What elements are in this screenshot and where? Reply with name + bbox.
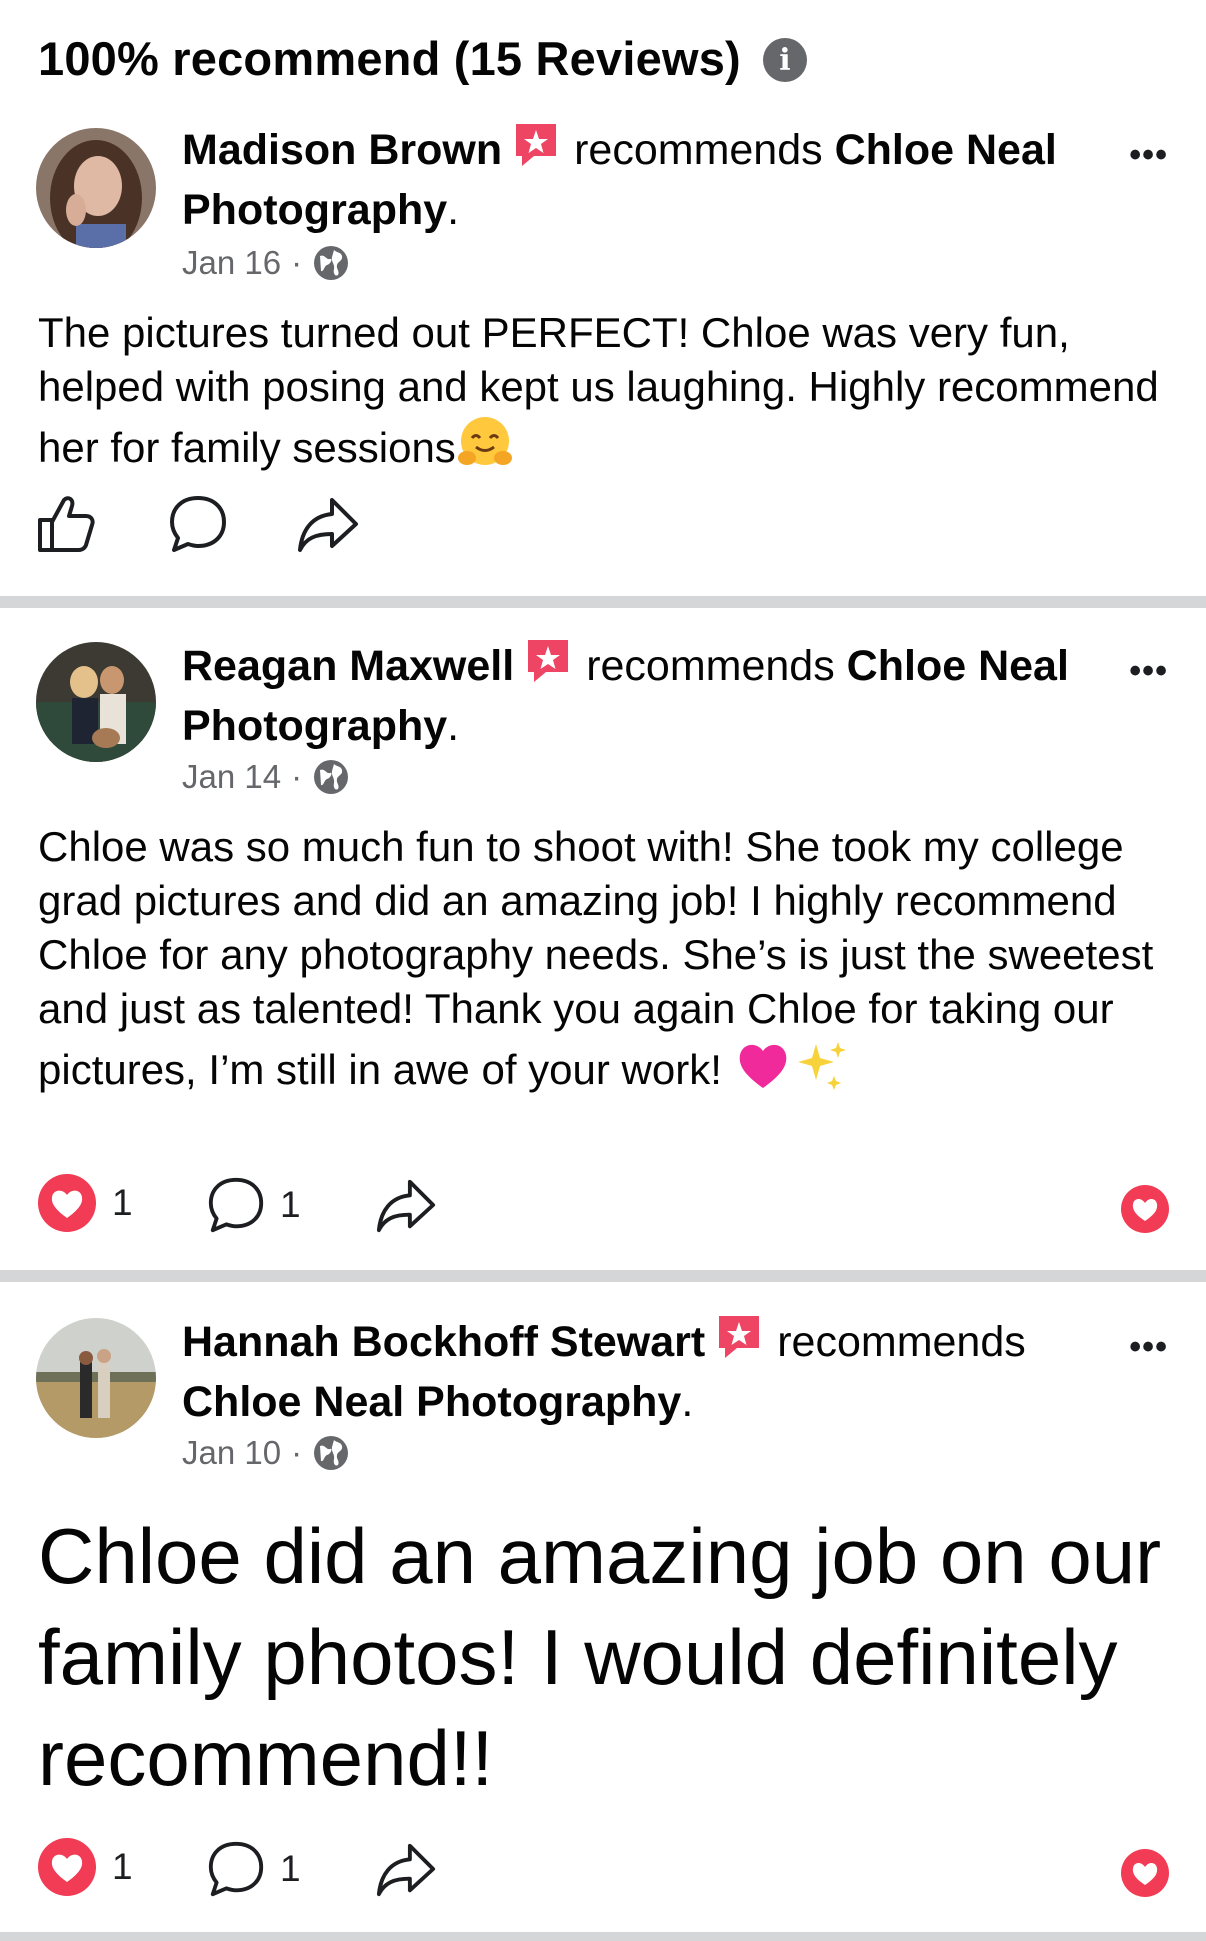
hugging-face-emoji: [457, 417, 512, 465]
share-button[interactable]: [374, 1838, 438, 1900]
comment-button[interactable]: 1: [206, 1838, 301, 1900]
recommend-badge-icon: [719, 1316, 760, 1358]
globe-icon: [314, 246, 349, 280]
globe-icon: [314, 1436, 349, 1470]
love-count: 1: [112, 1182, 133, 1223]
recommend-badge-icon: [516, 124, 557, 166]
divider: [0, 1270, 1206, 1282]
comment-button[interactable]: [168, 492, 228, 556]
recommends-label: recommends: [586, 642, 835, 690]
review-date[interactable]: Jan 10: [182, 1434, 281, 1472]
review-title: Hannah Bockhoff Stewart recommends Chloe …: [182, 1312, 1082, 1432]
page-name[interactable]: Chloe Neal Photography: [182, 1378, 681, 1426]
review-title: Madison Brown recommends Chloe Neal Photo…: [182, 120, 1082, 240]
love-react-button-icon[interactable]: [1120, 1848, 1170, 1898]
share-icon: [298, 498, 358, 552]
divider: [0, 596, 1206, 608]
love-reactions[interactable]: 1: [36, 1172, 133, 1234]
review-meta: Jan 14 ·: [182, 758, 350, 796]
review-date[interactable]: Jan 14: [182, 758, 281, 796]
reviewer-name[interactable]: Hannah Bockhoff Stewart: [182, 1318, 705, 1366]
reviewer-name[interactable]: Reagan Maxwell: [182, 642, 514, 690]
review-meta: Jan 10 ·: [182, 1434, 350, 1472]
more-options-icon[interactable]: •••: [1129, 1328, 1168, 1367]
divider: [0, 1932, 1206, 1941]
avatar[interactable]: [36, 128, 156, 248]
review-meta: Jan 16 ·: [182, 244, 350, 282]
recommends-label: recommends: [777, 1318, 1026, 1366]
globe-icon: [314, 760, 349, 794]
action-bar: 1 1: [0, 1836, 1206, 1916]
share-button[interactable]: [374, 1174, 438, 1236]
love-reaction-icon: [38, 1838, 96, 1896]
review-text: Chloe did an amazing job on our family p…: [38, 1512, 1162, 1802]
review-title: Reagan Maxwell recommends Chloe Neal Phot…: [182, 636, 1082, 756]
comment-button[interactable]: 1: [206, 1174, 301, 1236]
more-options-icon[interactable]: •••: [1129, 136, 1168, 175]
comment-icon: [170, 496, 226, 552]
love-count: 1: [112, 1846, 133, 1887]
reviews-header: 100% recommend (15 Reviews) i: [38, 28, 807, 88]
like-icon: [38, 496, 95, 552]
more-options-icon[interactable]: •••: [1129, 652, 1168, 691]
review-text: Chloe was so much fun to shoot with! She…: [38, 823, 1154, 1093]
share-icon: [376, 1179, 436, 1233]
avatar[interactable]: [36, 1318, 156, 1438]
love-reaction-icon: [38, 1174, 96, 1232]
comment-count: 1: [280, 1848, 301, 1889]
recommend-badge-icon: [528, 640, 569, 682]
share-button[interactable]: [296, 492, 360, 556]
action-bar: [0, 492, 1206, 572]
pink-heart-sparkles-emoji: [739, 1042, 846, 1090]
action-bar: 1 1: [0, 1172, 1206, 1252]
reviews-summary-title: 100% recommend (15 Reviews): [38, 31, 741, 85]
info-icon[interactable]: i: [762, 38, 807, 82]
share-icon: [376, 1843, 436, 1897]
comment-count: 1: [280, 1184, 301, 1225]
recommends-label: recommends: [574, 126, 823, 174]
review-date[interactable]: Jan 16: [182, 244, 281, 282]
love-reactions[interactable]: 1: [36, 1836, 133, 1898]
comment-icon: [208, 1841, 264, 1897]
reviewer-name[interactable]: Madison Brown: [182, 126, 502, 174]
comment-icon: [208, 1177, 264, 1233]
love-react-button-icon[interactable]: [1120, 1184, 1170, 1234]
review-text: The pictures turned out PERFECT! Chloe w…: [38, 309, 1159, 471]
like-button[interactable]: [36, 492, 96, 556]
avatar[interactable]: [36, 642, 156, 762]
